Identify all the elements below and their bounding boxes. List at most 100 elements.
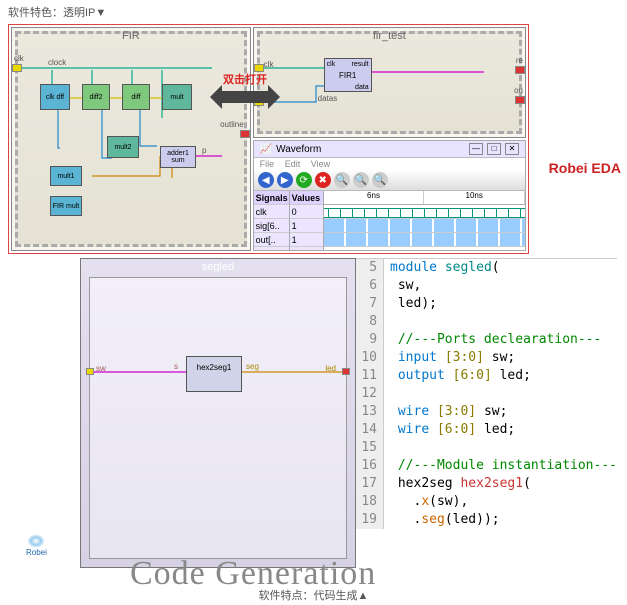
line-number: 18 — [356, 493, 384, 511]
pin-clk-label: clk — [14, 54, 24, 63]
code-text: //---Module instantiation--- — [390, 457, 617, 475]
pin-led[interactable] — [342, 368, 350, 375]
code-line: 18 .x(sw), — [356, 493, 617, 511]
top-caption: 软件特色：透明IP▼ — [0, 0, 627, 24]
code-line: 16 //---Module instantiation--- — [356, 457, 617, 475]
sig-sig[interactable]: sig[6.. — [254, 219, 289, 233]
tool-prev-icon[interactable]: ◀ — [258, 172, 274, 188]
segled-canvas: sw s hex2seg1 seg led — [89, 277, 347, 559]
fir-test-panel[interactable]: fir_test clk sig clk result FIR1 data da… — [253, 27, 526, 138]
code-line: 10 input [3:0] sw; — [356, 349, 617, 367]
pin-test-re[interactable] — [515, 66, 525, 74]
block-clk-dff[interactable]: clk dff — [40, 84, 70, 110]
sig-out[interactable]: out[.. — [254, 233, 289, 247]
code-text: //---Ports declearation--- — [390, 331, 601, 349]
val-out: 1 — [290, 233, 323, 247]
code-text: sw, — [390, 277, 421, 295]
segled-panel[interactable]: segled sw s hex2seg1 seg led — [80, 258, 356, 568]
wave-clk — [324, 205, 525, 219]
waveform-panel: 📈 Waveform — □ ✕ File Edit View ◀ ▶ ⟳ ✖ … — [253, 140, 526, 251]
fir1-port-data: data — [355, 84, 369, 91]
line-number: 14 — [356, 421, 384, 439]
pin-test-ou[interactable] — [515, 96, 525, 104]
val-clk: 0 — [290, 205, 323, 219]
menu-file[interactable]: File — [260, 159, 275, 169]
line-number: 8 — [356, 313, 384, 331]
pin-outline[interactable] — [240, 130, 250, 138]
sig-clk[interactable]: clk — [254, 205, 289, 219]
code-text: hex2seg hex2seg1( — [390, 475, 531, 493]
code-line: 6 sw, — [356, 277, 617, 295]
block-diff2[interactable]: diff2 — [82, 84, 110, 110]
code-text: wire [6:0] led; — [390, 421, 515, 439]
maximize-button[interactable]: □ — [487, 143, 501, 155]
segled-nets — [90, 278, 390, 428]
p-label: p — [202, 146, 206, 155]
pin-test-clk-label: clk — [264, 60, 274, 69]
pin-sw[interactable] — [86, 368, 94, 375]
ruler-10ns: 10ns — [424, 191, 525, 204]
code-text: output [6:0] led; — [390, 367, 531, 385]
tool-zoom-fit-icon[interactable]: 🔍 — [372, 172, 388, 188]
line-number: 7 — [356, 295, 384, 313]
code-text: .x(sw), — [390, 493, 468, 511]
block-mult[interactable]: mult — [162, 84, 192, 110]
code-line: 17 hex2seg hex2seg1( — [356, 475, 617, 493]
code-line: 9 //---Ports declearation--- — [356, 331, 617, 349]
code-text: led); — [390, 295, 437, 313]
tool-stop-icon[interactable]: ✖ — [315, 172, 331, 188]
block-adder[interactable]: adder1 sum — [160, 146, 196, 168]
minimize-button[interactable]: — — [469, 143, 483, 155]
fir-test-title: fir_test — [254, 28, 525, 44]
fir-panel[interactable]: FIR clk clock clk dff diff2 diff mult mu… — [11, 27, 251, 251]
arrow-label: 双击打开 — [210, 71, 280, 87]
block-mult1[interactable]: mult1 — [50, 166, 82, 186]
line-number: 10 — [356, 349, 384, 367]
segled-title: segled — [81, 259, 355, 275]
block-fir1[interactable]: clk result FIR1 data — [324, 58, 372, 92]
waveform-titlebar[interactable]: 📈 Waveform — □ ✕ — [254, 141, 525, 158]
tool-zoom-out-icon[interactable]: 🔍 — [334, 172, 350, 188]
line-number: 13 — [356, 403, 384, 421]
robei-logo-icon — [27, 534, 45, 548]
brand-label: Robei EDA — [549, 160, 621, 176]
line-number: 9 — [356, 331, 384, 349]
line-number: 6 — [356, 277, 384, 295]
tool-next-icon[interactable]: ▶ — [277, 172, 293, 188]
code-pane[interactable]: 5module segled(6 sw,7 led);89 //---Ports… — [356, 258, 617, 568]
wave-out — [324, 233, 525, 247]
code-line: 19 .seg(led)); — [356, 511, 617, 529]
robei-logo: Robei — [26, 534, 47, 557]
waveform-title: Waveform — [276, 144, 321, 155]
menu-view[interactable]: View — [311, 159, 330, 169]
waveform-icon: 📈 — [260, 144, 272, 155]
double-click-arrow: 双击打开 — [210, 85, 280, 109]
code-line: 7 led); — [356, 295, 617, 313]
block-hex2seg1[interactable]: hex2seg1 — [186, 356, 242, 392]
wave-sig — [324, 219, 525, 233]
pin-clk[interactable] — [12, 64, 22, 72]
pin-clock-label: clock — [48, 58, 66, 67]
line-number: 11 — [356, 367, 384, 385]
waveform-toolbar: ◀ ▶ ⟳ ✖ 🔍 🔍 🔍 — [254, 170, 525, 191]
pin-led-label: led — [325, 364, 336, 373]
fir-title: FIR — [12, 28, 250, 44]
fir1-name: FIR1 — [325, 71, 371, 80]
fir-test-canvas — [257, 31, 522, 134]
port-x-label: s — [174, 362, 178, 371]
block-fir-mult[interactable]: FIR mult — [50, 196, 82, 216]
code-line: 12 — [356, 385, 617, 403]
menu-edit[interactable]: Edit — [285, 159, 301, 169]
line-number: 16 — [356, 457, 384, 475]
code-line: 8 — [356, 313, 617, 331]
pin-test-re-label: re — [516, 56, 523, 65]
ruler-6ns: 6ns — [324, 191, 425, 204]
block-mult2[interactable]: mult2 — [107, 136, 139, 158]
waveform-canvas[interactable]: 6ns 10ns — [324, 191, 525, 250]
close-button[interactable]: ✕ — [505, 143, 519, 155]
code-line: 5module segled( — [356, 259, 617, 277]
tool-zoom-in-icon[interactable]: 🔍 — [353, 172, 369, 188]
block-diff[interactable]: diff — [122, 84, 150, 110]
tool-refresh-icon[interactable]: ⟳ — [296, 172, 312, 188]
pin-test-ou-label: ou — [514, 86, 523, 95]
